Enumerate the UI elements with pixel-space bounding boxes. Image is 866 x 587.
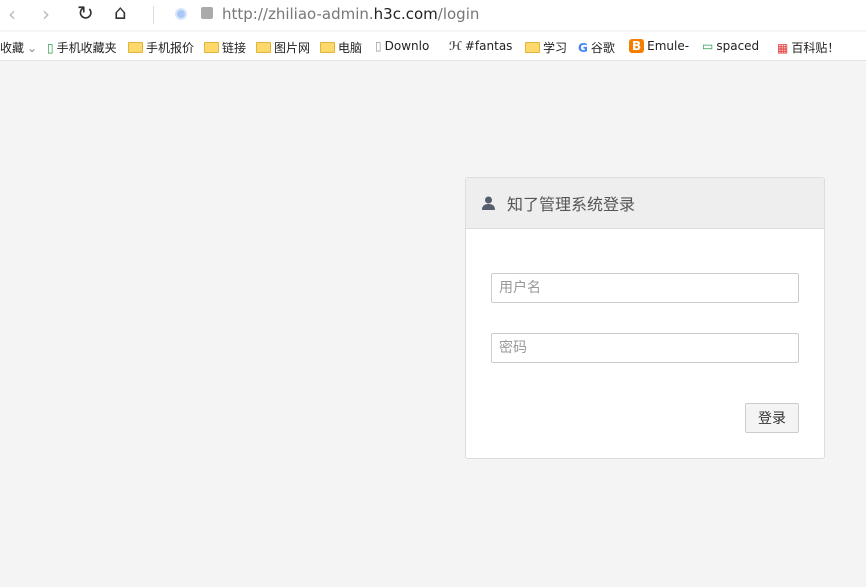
bookmark-item[interactable]: 学习 xyxy=(525,39,567,56)
blogger-icon: B xyxy=(629,39,645,53)
seal-icon: ▦ xyxy=(777,40,789,55)
bookmark-item[interactable]: ▭ spaced xyxy=(702,39,759,53)
login-title: 知了管理系统登录 xyxy=(507,195,636,214)
h-icon: ℋ xyxy=(449,39,462,53)
folder-icon xyxy=(256,42,271,53)
folder-icon xyxy=(204,42,219,53)
address-bar[interactable]: http://zhiliao-admin.h3c.com/login xyxy=(222,5,479,23)
reload-icon[interactable]: ↻ xyxy=(77,1,94,25)
bookmark-item[interactable]: 链接 xyxy=(204,39,246,56)
bookmark-item[interactable]: 电脑 xyxy=(320,39,362,56)
bookmark-item[interactable]: ▯ 手机收藏夹 xyxy=(47,39,117,56)
login-panel-header: 知了管理系统登录 xyxy=(466,178,824,229)
bookmarks-bar: 收藏 ⌄ ▯ 手机收藏夹 手机报价 链接 图片网 电脑 ▯ Downlo ℋ #fantas 学习 G 谷歌… xyxy=(0,32,866,61)
home-icon[interactable]: ⌂ xyxy=(114,0,127,24)
folder-icon xyxy=(525,42,540,53)
bookmark-item[interactable]: 收藏 ⌄ xyxy=(0,39,37,56)
username-input[interactable] xyxy=(491,273,799,303)
login-button[interactable]: 登录 xyxy=(745,403,799,433)
bookmark-item[interactable]: ℋ #fantas xyxy=(449,39,512,53)
page-icon: ▯ xyxy=(375,39,382,53)
user-icon xyxy=(482,196,495,210)
insecure-lock-icon[interactable] xyxy=(201,7,213,19)
bookmark-item[interactable]: ▯ Downlo xyxy=(375,39,429,53)
bookmark-item[interactable]: 手机报价 xyxy=(128,39,194,56)
folder-icon xyxy=(128,42,143,53)
divider xyxy=(153,6,154,24)
password-input[interactable] xyxy=(491,333,799,363)
bookmark-item[interactable]: B Emule- xyxy=(629,39,689,53)
bookmark-item[interactable]: ▦ 百科贴！ xyxy=(777,39,839,56)
login-panel: 知了管理系统登录 登录 xyxy=(465,177,825,459)
google-icon: G xyxy=(578,40,588,55)
browser-toolbar: ‹ › ↻ ⌂ http://zhiliao-admin.h3c.com/log… xyxy=(0,0,866,30)
bookmark-item[interactable]: 图片网 xyxy=(256,39,310,56)
back-icon[interactable]: ‹ xyxy=(8,2,16,26)
phone-icon: ▯ xyxy=(47,40,54,55)
folder-icon xyxy=(320,42,335,53)
monitor-icon: ▭ xyxy=(702,39,714,53)
site-icon xyxy=(175,8,187,20)
chevron-down-icon: ⌄ xyxy=(27,40,38,55)
bookmark-item[interactable]: G 谷歌 xyxy=(578,39,615,56)
forward-icon[interactable]: › xyxy=(42,2,50,26)
